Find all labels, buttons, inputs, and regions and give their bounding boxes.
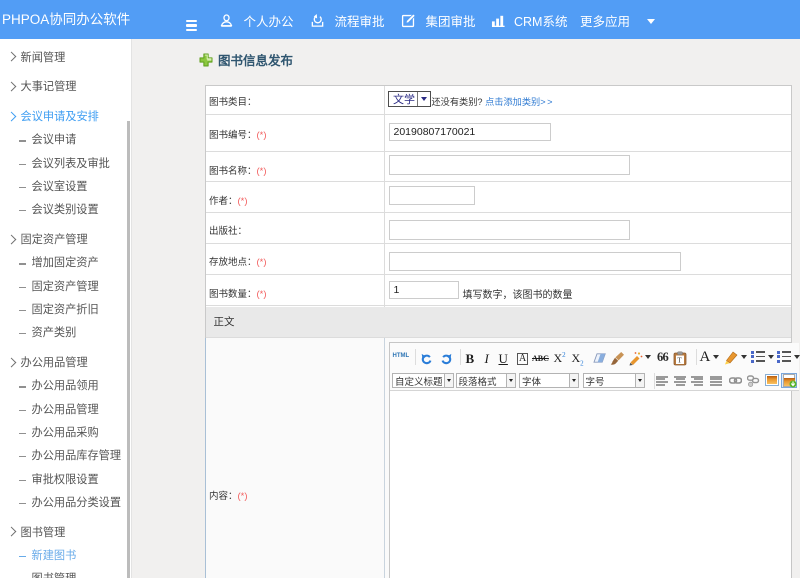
svg-text:T: T [677,355,682,364]
